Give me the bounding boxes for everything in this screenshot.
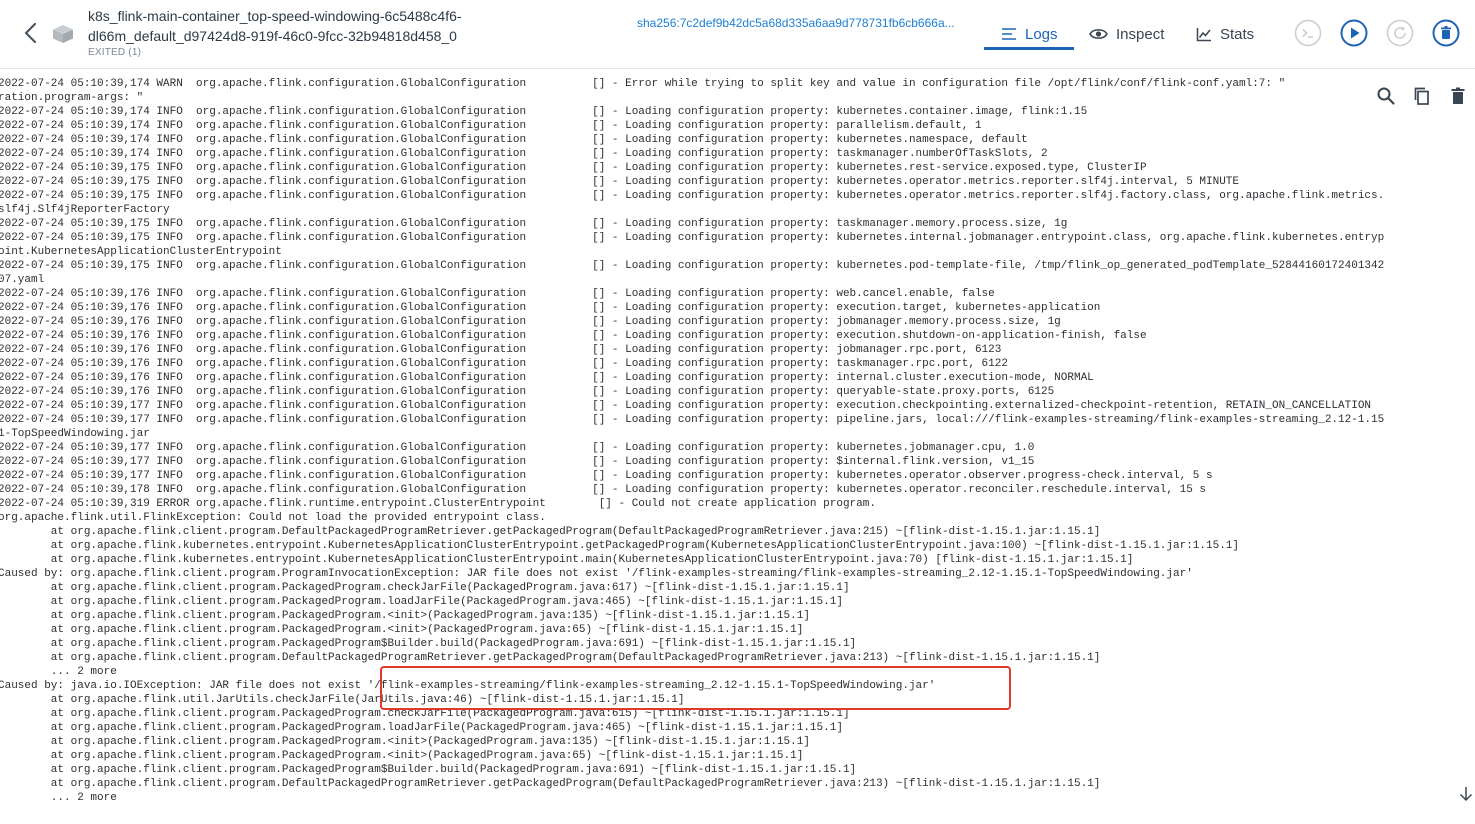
copy-icon[interactable]	[1412, 86, 1432, 106]
log-line: oint.KubernetesApplicationClusterEntrypo…	[0, 246, 282, 258]
log-line: at org.apache.flink.client.program.Packa…	[0, 582, 850, 594]
tab-inspect-label: Inspect	[1116, 25, 1165, 43]
log-line: 2022-07-24 05:10:39,176 INFO org.apache.…	[0, 316, 1061, 328]
log-line: 2022-07-24 05:10:39,175 INFO org.apache.…	[0, 232, 1385, 244]
log-line: org.apache.flink.util.FlinkException: Co…	[0, 512, 546, 524]
play-icon[interactable]	[1340, 19, 1368, 47]
log-line: ration.program-args: "	[0, 92, 144, 104]
log-line: at org.apache.flink.client.program.Defau…	[0, 778, 1101, 790]
log-line: slf4j.Slf4jReporterFactory	[0, 204, 170, 216]
chart-icon	[1196, 27, 1211, 41]
tab-logs[interactable]: Logs	[1001, 20, 1058, 48]
log-line: 2022-07-24 05:10:39,175 INFO org.apache.…	[0, 190, 1385, 202]
container-header: k8s_flink-main-container_top-speed-windo…	[0, 0, 1475, 69]
container-name: k8s_flink-main-container_top-speed-windo…	[88, 8, 462, 44]
log-line: 1-TopSpeedWindowing.jar	[0, 428, 150, 440]
log-viewer[interactable]: 2022-07-24 05:10:39,174 WARN org.apache.…	[0, 69, 1475, 824]
log-line: at org.apache.flink.client.program.Defau…	[0, 526, 1101, 538]
log-line: at org.apache.flink.kubernetes.entrypoin…	[0, 540, 1240, 552]
log-line: at org.apache.flink.client.program.Packa…	[0, 736, 810, 748]
log-line: at org.apache.flink.client.program.Packa…	[0, 638, 857, 650]
log-line: 2022-07-24 05:10:39,177 INFO org.apache.…	[0, 470, 1213, 482]
log-line: at org.apache.flink.client.program.Packa…	[0, 764, 857, 776]
terminal-icon[interactable]	[1294, 19, 1322, 47]
log-line: at org.apache.flink.client.program.Packa…	[0, 624, 804, 636]
delete-icon[interactable]	[1432, 19, 1460, 47]
log-line: 2022-07-24 05:10:39,177 INFO org.apache.…	[0, 456, 1035, 468]
log-line: 2022-07-24 05:10:39,176 INFO org.apache.…	[0, 302, 1101, 314]
log-line: 2022-07-24 05:10:39,176 INFO org.apache.…	[0, 288, 995, 300]
log-line: 2022-07-24 05:10:39,174 WARN org.apache.…	[0, 78, 1286, 90]
log-line: at org.apache.flink.client.program.Defau…	[0, 652, 1101, 664]
tab-inspect[interactable]: Inspect	[1089, 20, 1164, 48]
tab-stats-label: Stats	[1220, 25, 1255, 43]
error-highlight-box	[380, 666, 1011, 710]
log-line: 2022-07-24 05:10:39,175 INFO org.apache.…	[0, 218, 1068, 230]
log-line: 2022-07-24 05:10:39,177 INFO org.apache.…	[0, 442, 1035, 454]
log-line: 2022-07-24 05:10:39,176 INFO org.apache.…	[0, 386, 1055, 398]
log-line: 2022-07-24 05:10:39,174 INFO org.apache.…	[0, 134, 1028, 146]
log-line: 07.yaml	[0, 274, 45, 286]
tab-stats[interactable]: Stats	[1196, 20, 1254, 48]
restart-icon[interactable]	[1386, 19, 1414, 47]
log-line: 2022-07-24 05:10:39,175 INFO org.apache.…	[0, 260, 1385, 272]
log-line: 2022-07-24 05:10:39,174 INFO org.apache.…	[0, 148, 1048, 160]
log-line: 2022-07-24 05:10:39,175 INFO org.apache.…	[0, 176, 1240, 188]
log-line: 2022-07-24 05:10:39,174 INFO org.apache.…	[0, 120, 982, 132]
image-sha-link[interactable]: sha256:7c2def9b42dc5a68d335a6aa9d778731f…	[637, 16, 955, 30]
log-line: 2022-07-24 05:10:39,176 INFO org.apache.…	[0, 358, 1008, 370]
log-line: ... 2 more	[0, 792, 117, 804]
container-status: EXITED (1)	[88, 47, 142, 58]
log-line: at org.apache.flink.client.program.Packa…	[0, 596, 843, 608]
container-cube-icon	[53, 25, 73, 43]
log-line: 2022-07-24 05:10:39,176 INFO org.apache.…	[0, 372, 1094, 384]
log-line: 2022-07-24 05:10:39,176 INFO org.apache.…	[0, 344, 1002, 356]
log-line: 2022-07-24 05:10:39,319 ERROR org.apache…	[0, 498, 876, 510]
tab-logs-label: Logs	[1025, 25, 1058, 43]
log-line: 2022-07-24 05:10:39,177 INFO org.apache.…	[0, 400, 1372, 412]
search-icon[interactable]	[1376, 86, 1396, 106]
back-arrow-icon[interactable]	[22, 22, 40, 44]
list-icon	[1002, 28, 1016, 40]
active-tab-indicator	[984, 47, 1074, 50]
log-line: 2022-07-24 05:10:39,178 INFO org.apache.…	[0, 484, 1206, 496]
log-toolbar	[1366, 80, 1474, 112]
log-line: at org.apache.flink.client.program.Packa…	[0, 610, 810, 622]
scroll-to-bottom-icon[interactable]	[1458, 786, 1474, 802]
log-line: Caused by: org.apache.flink.client.progr…	[0, 568, 1193, 580]
log-line: 2022-07-24 05:10:39,175 INFO org.apache.…	[0, 162, 1147, 174]
log-line: at org.apache.flink.client.program.Packa…	[0, 722, 843, 734]
log-line: 2022-07-24 05:10:39,177 INFO org.apache.…	[0, 414, 1385, 426]
log-line: at org.apache.flink.client.program.Packa…	[0, 750, 804, 762]
log-line: at org.apache.flink.kubernetes.entrypoin…	[0, 554, 1134, 566]
log-line: 2022-07-24 05:10:39,176 INFO org.apache.…	[0, 330, 1147, 342]
eye-icon	[1089, 29, 1108, 39]
log-line: 2022-07-24 05:10:39,174 INFO org.apache.…	[0, 106, 1088, 118]
trash-icon[interactable]	[1448, 86, 1468, 106]
